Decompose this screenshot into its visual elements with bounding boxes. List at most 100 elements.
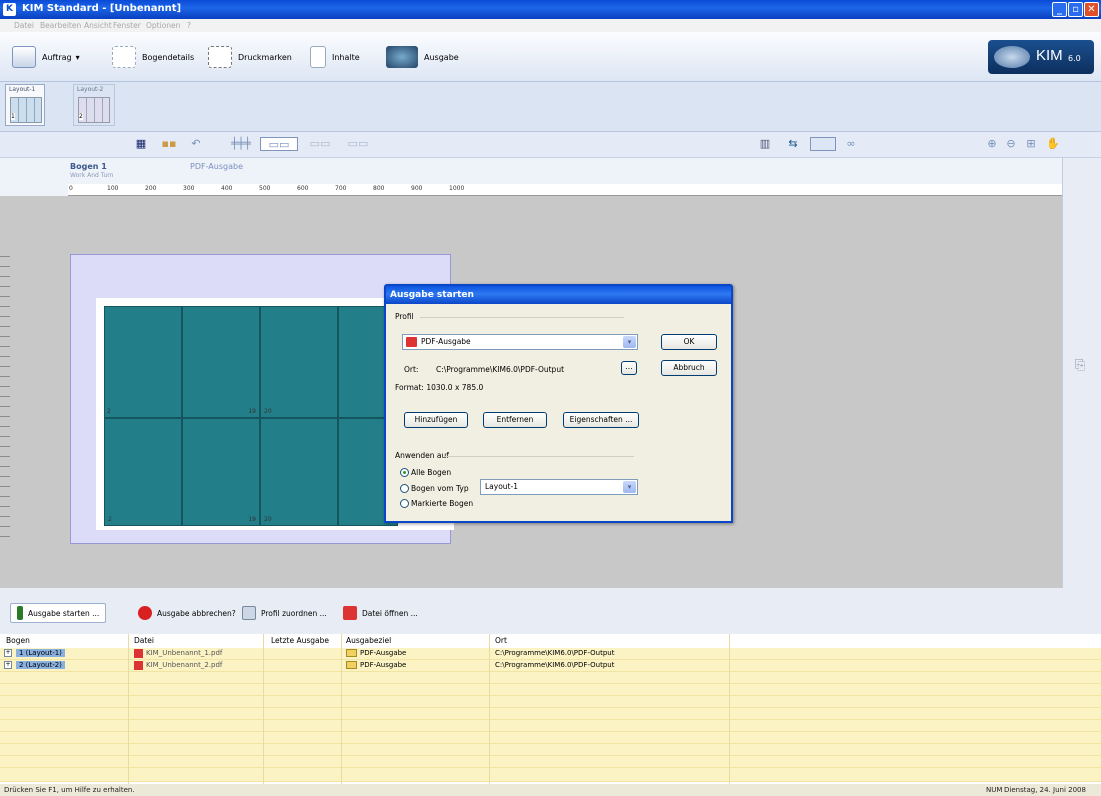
grid-view-icon[interactable]: ▦ — [132, 137, 150, 151]
radio-marked-sheets[interactable] — [400, 499, 409, 508]
dots-icon[interactable]: ▪▪ — [160, 137, 178, 151]
table-row-empty — [0, 684, 1101, 696]
sheet-title: Bogen 1 — [70, 162, 107, 171]
assign-profile-label: Profil zuordnen ... — [261, 608, 327, 618]
abort-output-button[interactable]: Ausgabe abbrechen? — [138, 603, 236, 623]
table-row[interactable]: + 1 (Layout-1) KIM_Unbenannt_1.pdf PDF-A… — [0, 648, 1101, 660]
page-tile[interactable]: 19 — [182, 306, 260, 418]
table-row-empty — [0, 732, 1101, 744]
cell-bogen: 1 (Layout-1) — [16, 649, 65, 657]
side-panel-icon[interactable]: ⎘ — [1075, 358, 1085, 373]
table-row[interactable]: + 2 (Layout-2) KIM_Unbenannt_2.pdf PDF-A… — [0, 660, 1101, 672]
menu-view[interactable]: Ansicht — [84, 21, 112, 30]
chevron-down-icon[interactable]: ▾ — [623, 481, 636, 493]
row-expand-icon[interactable]: + — [4, 661, 12, 669]
page-tile[interactable] — [104, 306, 182, 418]
pdf-icon — [134, 661, 143, 670]
open-file-button[interactable]: Datei öffnen ... — [343, 603, 418, 623]
profile-select[interactable]: PDF-Ausgabe ▾ — [402, 334, 638, 350]
menu-help[interactable]: ? — [187, 21, 191, 30]
col-header-ort[interactable]: Ort — [495, 636, 507, 645]
page-tile[interactable]: 20 — [260, 306, 338, 418]
col-divider — [263, 634, 264, 784]
pages-icon-1[interactable]: ▭▭ — [260, 137, 298, 151]
pages-icon-2[interactable]: ▭▭ — [304, 137, 336, 151]
page-tile[interactable]: 2 — [104, 418, 182, 526]
glasses-icon[interactable]: ∞ — [842, 137, 860, 151]
menu-window[interactable]: Fenster — [113, 21, 141, 30]
ruler-tick-label: 1000 — [449, 185, 465, 192]
chevron-down-icon[interactable]: ▾ — [623, 336, 636, 348]
toolbar-ausgabe[interactable]: Ausgabe — [386, 44, 459, 70]
col-divider — [128, 634, 129, 784]
pages-icon-3[interactable]: ▭▭ — [342, 137, 374, 151]
frame-icon[interactable] — [810, 137, 836, 151]
row-expand-icon[interactable]: + — [4, 649, 12, 657]
col-header-datei[interactable]: Datei — [134, 636, 154, 645]
ruler-grid-icon[interactable]: ╪╪╪ — [225, 137, 257, 151]
folder-icon — [346, 649, 357, 657]
maximize-button[interactable]: ▫ — [1068, 2, 1083, 17]
action-bar: Ausgabe starten ... Ausgabe abbrechen? P… — [0, 588, 1101, 634]
toolbar-inhalte-label: Inhalte — [332, 52, 360, 62]
toolbar-ausgabe-label: Ausgabe — [424, 52, 459, 62]
menu-file[interactable]: Datei — [14, 21, 34, 30]
zoom-in-icon[interactable]: ⊕ — [983, 137, 1001, 151]
add-button[interactable]: Hinzufügen — [404, 412, 468, 428]
menu-bar: Datei Bearbeiten Ansicht Fenster Optione… — [0, 19, 1101, 32]
toolbar-auftrag[interactable]: Auftrag ▾ — [12, 44, 80, 70]
job-icon — [12, 46, 36, 68]
menu-edit[interactable]: Bearbeiten — [40, 21, 81, 30]
fit-icon[interactable]: ⊞ — [1022, 137, 1040, 151]
horizontal-ruler: 0 100 200 300 400 500 600 700 800 900 1000 — [68, 184, 1062, 196]
book-icon[interactable]: ▥ — [756, 137, 774, 151]
close-button[interactable]: ✕ — [1084, 2, 1099, 17]
toolbar-inhalte[interactable]: Inhalte — [310, 44, 360, 70]
tile-label: 19 — [248, 516, 256, 523]
spacing-icon[interactable]: ⇆ — [784, 137, 802, 151]
cancel-button[interactable]: Abbruch — [661, 360, 717, 376]
browse-button[interactable]: ... — [621, 361, 637, 375]
output-table: Bogen Datei Letzte Ausgabe Ausgabeziel O… — [0, 634, 1101, 784]
cell-bogen: 2 (Layout-2) — [16, 661, 65, 669]
ruler-tick-label: 100 — [107, 185, 119, 192]
assign-profile-button[interactable]: Profil zuordnen ... — [242, 603, 327, 623]
sheet-type-select[interactable]: Layout-1 ▾ — [480, 479, 638, 495]
table-row-empty — [0, 744, 1101, 756]
toolbar-bogendetails[interactable]: Bogendetails — [112, 44, 194, 70]
sheet-subtitle: Work And Turn — [70, 172, 114, 179]
radio-sheet-type[interactable] — [400, 484, 409, 493]
hand-icon[interactable]: ✋ — [1044, 137, 1062, 151]
tile-label: 19 — [248, 408, 256, 415]
profile-group-line — [420, 317, 624, 318]
apply-group-line — [444, 456, 634, 457]
logo-text: KIM — [1036, 47, 1063, 64]
start-output-button[interactable]: Ausgabe starten ... — [10, 603, 107, 623]
tile-label: 20 — [264, 516, 272, 523]
layout-2-number: 2 — [79, 113, 83, 120]
ok-button[interactable]: OK — [661, 334, 717, 350]
col-header-letzte-ausgabe[interactable]: Letzte Ausgabe — [271, 636, 329, 645]
minimize-button[interactable]: _ — [1052, 2, 1067, 17]
zoom-out-icon[interactable]: ⊖ — [1002, 137, 1020, 151]
page-tile[interactable]: 19 — [182, 418, 260, 526]
table-row-empty — [0, 708, 1101, 720]
page-tile[interactable]: 20 — [260, 418, 338, 526]
layout-tab-2[interactable]: Layout-2 2 — [73, 84, 115, 126]
layout-tab-1-label: Layout-1 — [9, 86, 36, 93]
col-header-bogen[interactable]: Bogen — [6, 636, 30, 645]
radio-all-sheets-label: Alle Bogen — [411, 468, 452, 477]
properties-button[interactable]: Eigenschaften ... — [563, 412, 639, 428]
undo-icon[interactable]: ↶ — [187, 137, 205, 151]
layout-tab-1[interactable]: Layout-1 1 — [5, 84, 45, 126]
col-header-ausgabeziel[interactable]: Ausgabeziel — [346, 636, 391, 645]
toolbar-druckmarken[interactable]: Druckmarken — [208, 44, 292, 70]
stop-icon — [138, 606, 152, 620]
pdf-icon — [343, 606, 357, 620]
ruler-tick-label: 200 — [145, 185, 157, 192]
radio-all-sheets[interactable] — [400, 468, 409, 477]
remove-button[interactable]: Entfernen — [483, 412, 547, 428]
menu-options[interactable]: Optionen — [146, 21, 180, 30]
ruler-tick-label: 700 — [335, 185, 347, 192]
layout-1-number: 1 — [11, 113, 15, 120]
